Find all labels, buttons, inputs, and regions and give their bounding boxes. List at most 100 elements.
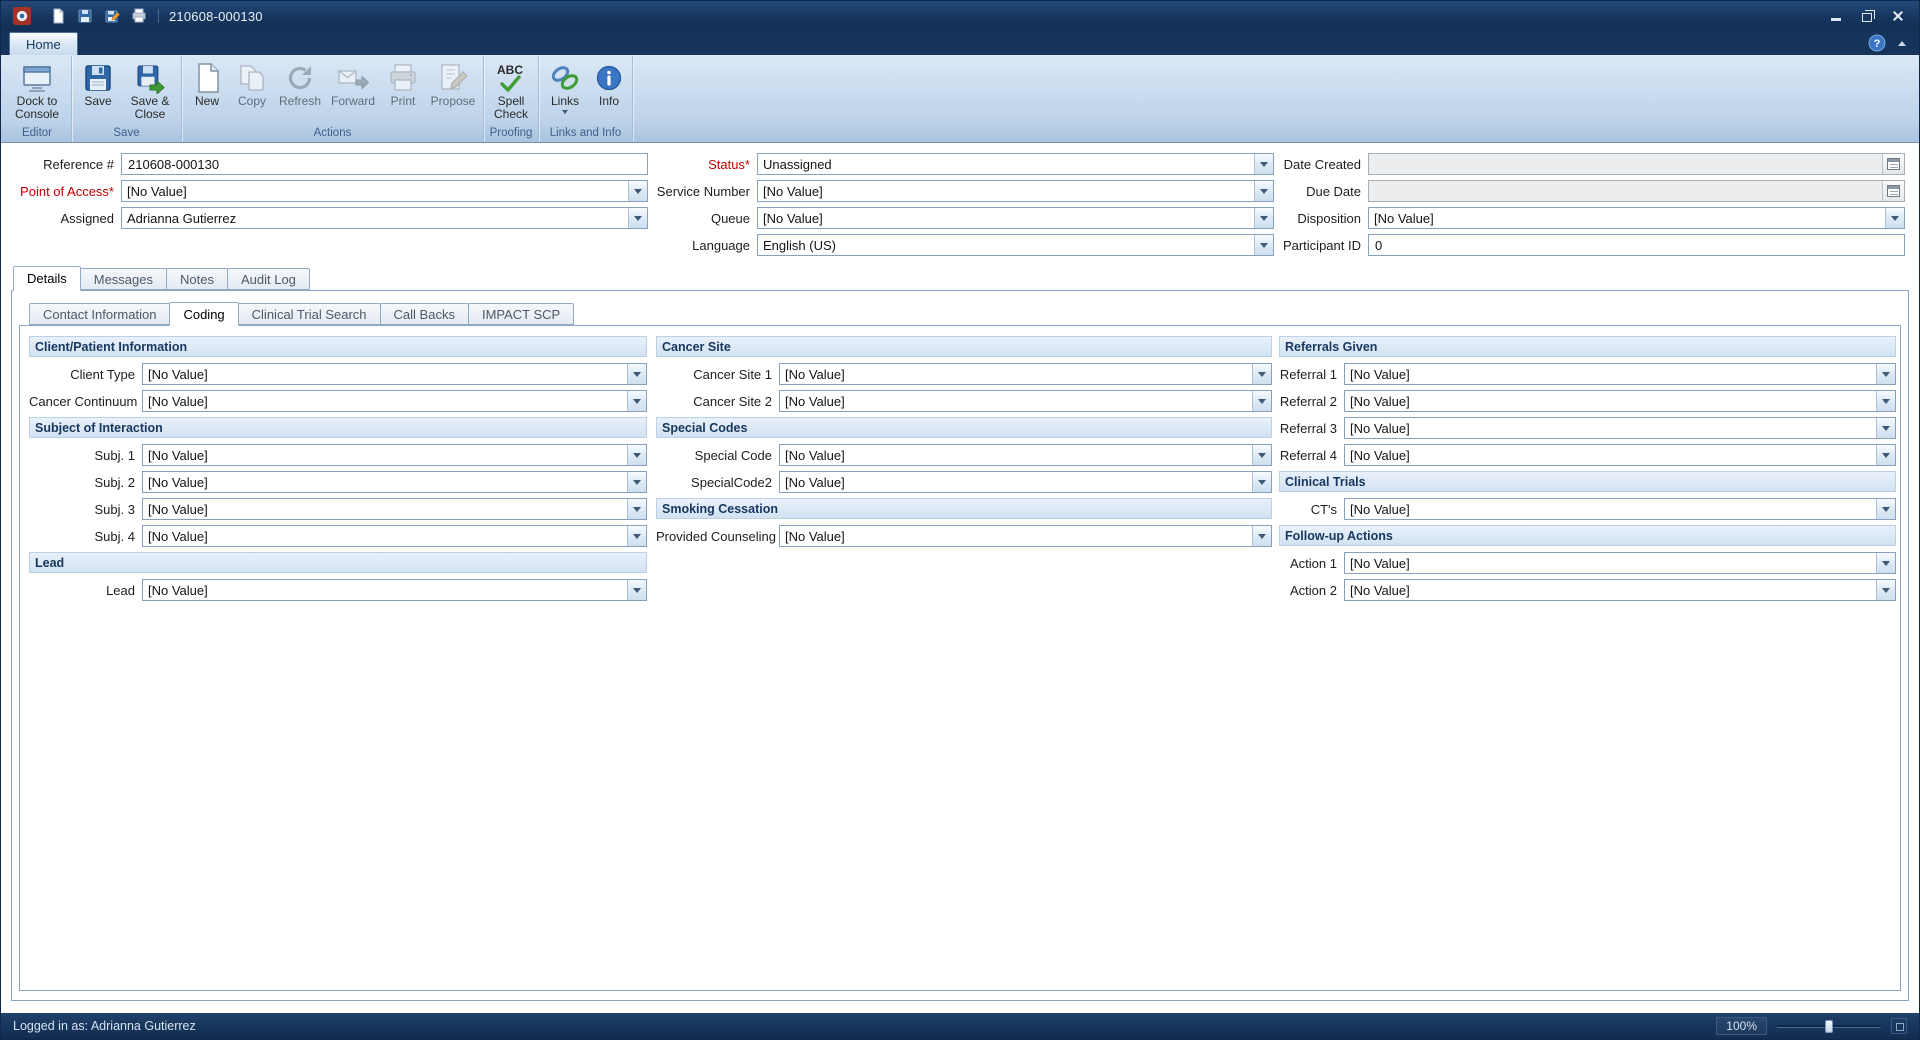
calendar-button[interactable]: [1882, 154, 1904, 174]
chevron-down-icon[interactable]: [1254, 181, 1273, 201]
chevron-down-icon[interactable]: [627, 526, 646, 546]
print-button[interactable]: Print: [381, 58, 425, 125]
statusbar-right: 100%: [1716, 1017, 1907, 1035]
chevron-down-icon[interactable]: [627, 472, 646, 492]
zoom-slider[interactable]: [1777, 1019, 1881, 1034]
chevron-down-icon[interactable]: [1252, 364, 1271, 384]
tab-home[interactable]: Home: [9, 32, 78, 55]
action-1-combobox[interactable]: [No Value]: [1344, 552, 1896, 574]
restore-button[interactable]: [1851, 5, 1882, 27]
cancer-site-2-combobox[interactable]: [No Value]: [779, 390, 1272, 412]
chevron-down-icon[interactable]: [627, 445, 646, 465]
language-combobox[interactable]: English (US): [757, 234, 1274, 256]
special-code-combobox[interactable]: [No Value]: [779, 444, 1272, 466]
chevron-down-icon[interactable]: [1254, 154, 1273, 174]
subj-2-combobox[interactable]: [No Value]: [142, 471, 647, 493]
reference-input[interactable]: 210608-000130: [121, 153, 648, 175]
assigned-combobox[interactable]: Adrianna Gutierrez: [121, 207, 648, 229]
refresh-button[interactable]: Refresh: [275, 58, 325, 125]
print-icon: [387, 62, 419, 94]
field-row: Due Date: [1280, 180, 1905, 202]
chevron-down-icon[interactable]: [627, 364, 646, 384]
referral-2-combobox[interactable]: [No Value]: [1344, 390, 1896, 412]
cts-combobox[interactable]: [No Value]: [1344, 498, 1896, 520]
spell-check-icon: ABC: [495, 62, 527, 94]
chevron-down-icon[interactable]: [1252, 445, 1271, 465]
tab-messages[interactable]: Messages: [80, 268, 167, 290]
header-column-left: Reference # 210608-000130 Point of Acces…: [11, 153, 648, 234]
copy-button[interactable]: Copy: [230, 58, 274, 125]
service-number-combobox[interactable]: [No Value]: [757, 180, 1274, 202]
forward-button[interactable]: Forward: [326, 58, 380, 125]
queue-combobox[interactable]: [No Value]: [757, 207, 1274, 229]
status-combobox[interactable]: Unassigned: [757, 153, 1274, 175]
queue-label: Queue: [656, 211, 757, 226]
chevron-down-icon[interactable]: [627, 580, 646, 600]
subj-3-combobox[interactable]: [No Value]: [142, 498, 647, 520]
print-icon[interactable]: [130, 7, 148, 25]
chevron-down-icon[interactable]: [1876, 391, 1895, 411]
chevron-down-icon[interactable]: [1876, 580, 1895, 600]
tab-coding[interactable]: Coding: [169, 302, 238, 326]
links-button[interactable]: Links: [542, 58, 588, 125]
chevron-down-icon[interactable]: [1876, 499, 1895, 519]
dock-to-console-button[interactable]: Dock to Console: [6, 58, 68, 125]
chevron-down-icon[interactable]: [1254, 208, 1273, 228]
help-icon[interactable]: ?: [1868, 34, 1886, 52]
tab-clinical-trial-search[interactable]: Clinical Trial Search: [238, 303, 381, 325]
provided-counseling-combobox[interactable]: [No Value]: [779, 525, 1272, 547]
chevron-down-icon[interactable]: [1252, 391, 1271, 411]
chevron-down-icon[interactable]: [628, 181, 647, 201]
tab-details[interactable]: Details: [13, 266, 81, 291]
spell-check-button[interactable]: ABC Spell Check: [487, 58, 535, 125]
disposition-combobox[interactable]: [No Value]: [1368, 207, 1905, 229]
referral-1-combobox[interactable]: [No Value]: [1344, 363, 1896, 385]
tab-contact-information[interactable]: Contact Information: [29, 303, 170, 325]
close-button[interactable]: [1882, 5, 1913, 27]
propose-button[interactable]: Propose: [426, 58, 480, 125]
chevron-down-icon[interactable]: [1876, 364, 1895, 384]
new-document-icon[interactable]: [49, 7, 67, 25]
special-code-2-combobox[interactable]: [No Value]: [779, 471, 1272, 493]
svg-text:ABC: ABC: [497, 63, 523, 77]
subj-1-combobox[interactable]: [No Value]: [142, 444, 647, 466]
save-button[interactable]: Save: [75, 58, 121, 125]
save-icon[interactable]: [76, 7, 94, 25]
minimize-button[interactable]: [1820, 5, 1851, 27]
chevron-down-icon[interactable]: [1252, 526, 1271, 546]
lead-combobox[interactable]: [No Value]: [142, 579, 647, 601]
tab-audit-log[interactable]: Audit Log: [227, 268, 310, 290]
client-type-combobox[interactable]: [No Value]: [142, 363, 647, 385]
cancer-continuum-combobox[interactable]: [No Value]: [142, 390, 647, 412]
tab-notes[interactable]: Notes: [166, 268, 228, 290]
chevron-down-icon[interactable]: [1876, 445, 1895, 465]
chevron-down-icon: [562, 110, 568, 114]
action-2-combobox[interactable]: [No Value]: [1344, 579, 1896, 601]
chevron-down-icon[interactable]: [1252, 472, 1271, 492]
fit-window-icon[interactable]: [1891, 1018, 1907, 1034]
save-as-icon[interactable]: [103, 7, 121, 25]
calendar-button[interactable]: [1882, 181, 1904, 201]
chevron-down-icon[interactable]: [1885, 208, 1904, 228]
chevron-down-icon[interactable]: [627, 499, 646, 519]
tab-impact-scp[interactable]: IMPACT SCP: [468, 303, 574, 325]
chevron-down-icon[interactable]: [628, 208, 647, 228]
referral-4-combobox[interactable]: [No Value]: [1344, 444, 1896, 466]
zoom-thumb[interactable]: [1825, 1020, 1833, 1033]
subj-4-combobox[interactable]: [No Value]: [142, 525, 647, 547]
chevron-down-icon[interactable]: [627, 391, 646, 411]
chevron-down-icon[interactable]: [1254, 235, 1273, 255]
window-controls: [1820, 5, 1913, 27]
info-button[interactable]: Info: [589, 58, 629, 125]
field-row: Subj. 2 [No Value]: [29, 471, 647, 493]
cancer-site-1-combobox[interactable]: [No Value]: [779, 363, 1272, 385]
tab-call-backs[interactable]: Call Backs: [380, 303, 469, 325]
save-and-close-button[interactable]: Save & Close: [122, 58, 178, 125]
chevron-down-icon[interactable]: [1876, 553, 1895, 573]
participant-id-input[interactable]: 0: [1368, 234, 1905, 256]
referral-3-combobox[interactable]: [No Value]: [1344, 417, 1896, 439]
point-of-access-combobox[interactable]: [No Value]: [121, 180, 648, 202]
chevron-down-icon[interactable]: [1876, 418, 1895, 438]
new-button[interactable]: New: [185, 58, 229, 125]
minimize-ribbon-icon[interactable]: [1895, 36, 1909, 50]
